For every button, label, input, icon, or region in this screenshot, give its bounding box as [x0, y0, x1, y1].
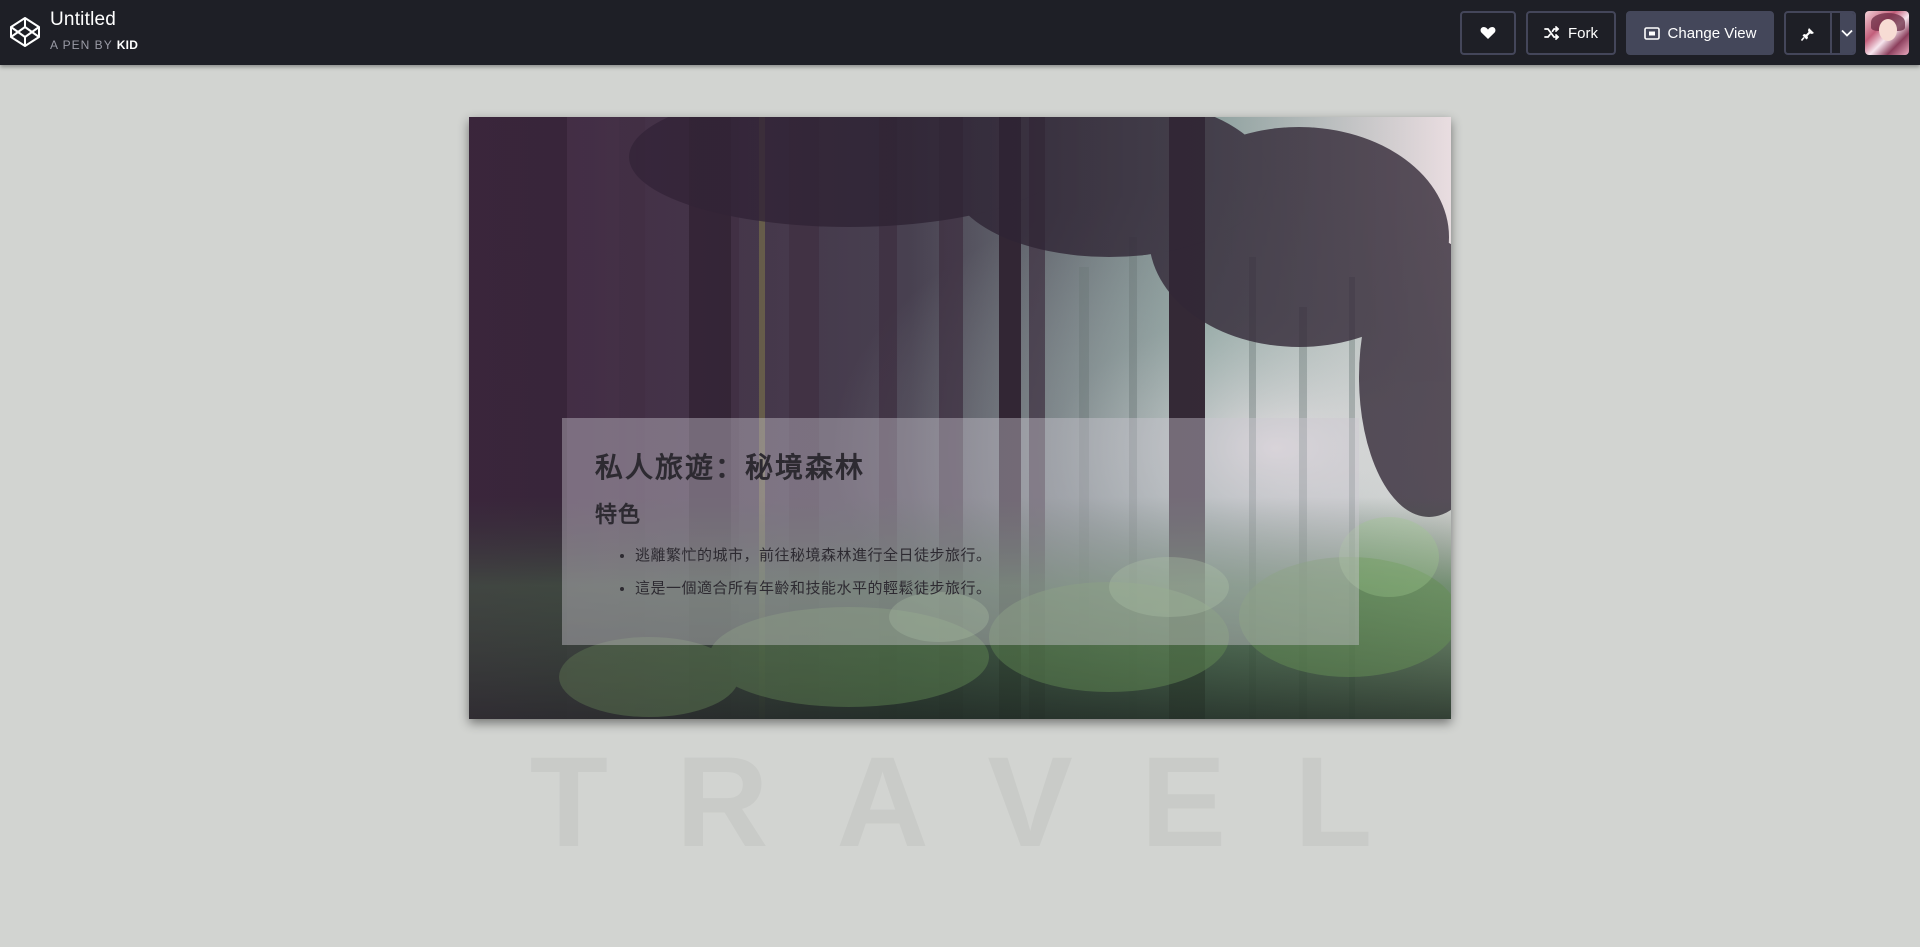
avatar-face — [1879, 19, 1897, 41]
info-box: 私人旅遊：秘境森林 特色 逃離繁忙的城市，前往秘境森林進行全日徒步旅行。 這是一… — [562, 418, 1359, 645]
pen-byline: A PEN BY KID — [50, 38, 138, 52]
fork-button[interactable]: Fork — [1526, 11, 1616, 55]
features-list: 逃離繁忙的城市，前往秘境森林進行全日徒步旅行。 這是一個適合所有年齡和技能水平的… — [595, 539, 1326, 605]
change-view-label: Change View — [1667, 24, 1757, 42]
fork-label: Fork — [1568, 24, 1598, 42]
feature-item: 這是一個適合所有年齡和技能水平的輕鬆徒步旅行。 — [635, 572, 1326, 605]
features-heading: 特色 — [595, 502, 642, 527]
tour-title: 私人旅遊：秘境森林 — [595, 452, 866, 483]
pin-button-group — [1784, 11, 1856, 55]
feature-item: 逃離繁忙的城市，前往秘境森林進行全日徒步旅行。 — [635, 539, 1326, 572]
heart-button[interactable] — [1460, 11, 1516, 55]
travel-card: 私人旅遊：秘境森林 特色 逃離繁忙的城市，前往秘境森林進行全日徒步旅行。 這是一… — [469, 117, 1451, 719]
travel-banner-text: TRAVEL — [529, 731, 1441, 874]
codepen-logo-icon[interactable] — [8, 15, 42, 49]
view-icon — [1643, 26, 1660, 40]
top-bar: Untitled A PEN BY KID Fork Change View — [0, 0, 1920, 65]
fork-icon — [1544, 26, 1560, 40]
pin-button[interactable] — [1786, 13, 1832, 53]
user-avatar[interactable] — [1865, 11, 1909, 55]
chevron-down-icon — [1841, 29, 1853, 37]
pen-title[interactable]: Untitled — [50, 9, 116, 31]
author-link[interactable]: KID — [117, 38, 139, 52]
pin-dropdown-button[interactable] — [1840, 13, 1854, 53]
byline-prefix: A PEN BY — [50, 38, 113, 52]
change-view-button[interactable]: Change View — [1626, 11, 1774, 55]
pin-icon — [1801, 26, 1814, 41]
heart-icon — [1480, 27, 1496, 39]
